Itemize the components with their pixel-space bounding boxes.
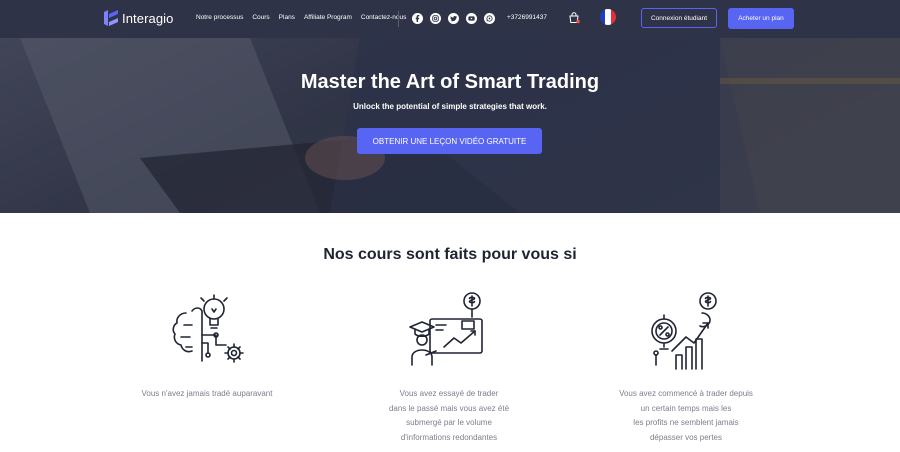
nav-divider — [398, 11, 399, 27]
percent-growth-icon — [651, 292, 717, 370]
youtube-icon[interactable] — [466, 13, 477, 24]
nav-link-plans[interactable]: Plans — [279, 14, 295, 21]
free-video-lesson-button[interactable]: OBTENIR UNE LEÇON VIDÉO GRATUITE — [357, 128, 542, 154]
facebook-icon[interactable] — [412, 13, 423, 24]
brand-name: Interagio — [122, 10, 174, 26]
cart-icon[interactable] — [568, 11, 580, 24]
nav-links: Notre processus Cours Plans Affiliate Pr… — [196, 14, 406, 21]
nav-link-affiliate[interactable]: Affiliate Program — [304, 14, 352, 21]
logo-icon — [104, 10, 118, 26]
top-navbar: Interagio Notre processus Cours Plans Af… — [0, 0, 900, 38]
course-card-1-text: Vous n'avez jamais tradé auparavant — [141, 389, 273, 398]
language-flag-fr-icon[interactable] — [600, 9, 616, 25]
course-card-2-text: Vous avez essayé de trader dans le passé… — [388, 389, 510, 442]
hero-subtitle: Unlock the potential of simple strategie… — [353, 102, 547, 111]
nav-link-process[interactable]: Notre processus — [196, 14, 243, 21]
whatsapp-icon[interactable] — [484, 13, 495, 24]
nav-link-contact[interactable]: Contactez-nous — [361, 14, 407, 21]
hero-title: Master the Art of Smart Trading — [300, 71, 600, 93]
hero-banner: Master the Art of Smart Trading Unlock t… — [0, 38, 900, 213]
graduate-chart-icon — [409, 292, 483, 366]
instagram-icon[interactable] — [430, 13, 441, 24]
student-login-button[interactable]: Connexion étudiant — [641, 8, 717, 28]
brain-bulb-gear-icon — [172, 294, 244, 363]
social-links — [412, 13, 495, 24]
nav-link-courses[interactable]: Cours — [252, 14, 269, 21]
brand-logo[interactable]: Interagio — [104, 10, 174, 26]
phone-number[interactable]: +3726991437 — [507, 14, 547, 21]
hero-overlay — [0, 38, 900, 213]
courses-section-title: Nos cours sont faits pour vous si — [323, 246, 577, 263]
course-card-3-text: Vous avez commencé à trader depuis un ce… — [619, 389, 753, 442]
buy-plan-button[interactable]: Acheter un plan — [728, 8, 794, 29]
twitter-icon[interactable] — [448, 13, 459, 24]
